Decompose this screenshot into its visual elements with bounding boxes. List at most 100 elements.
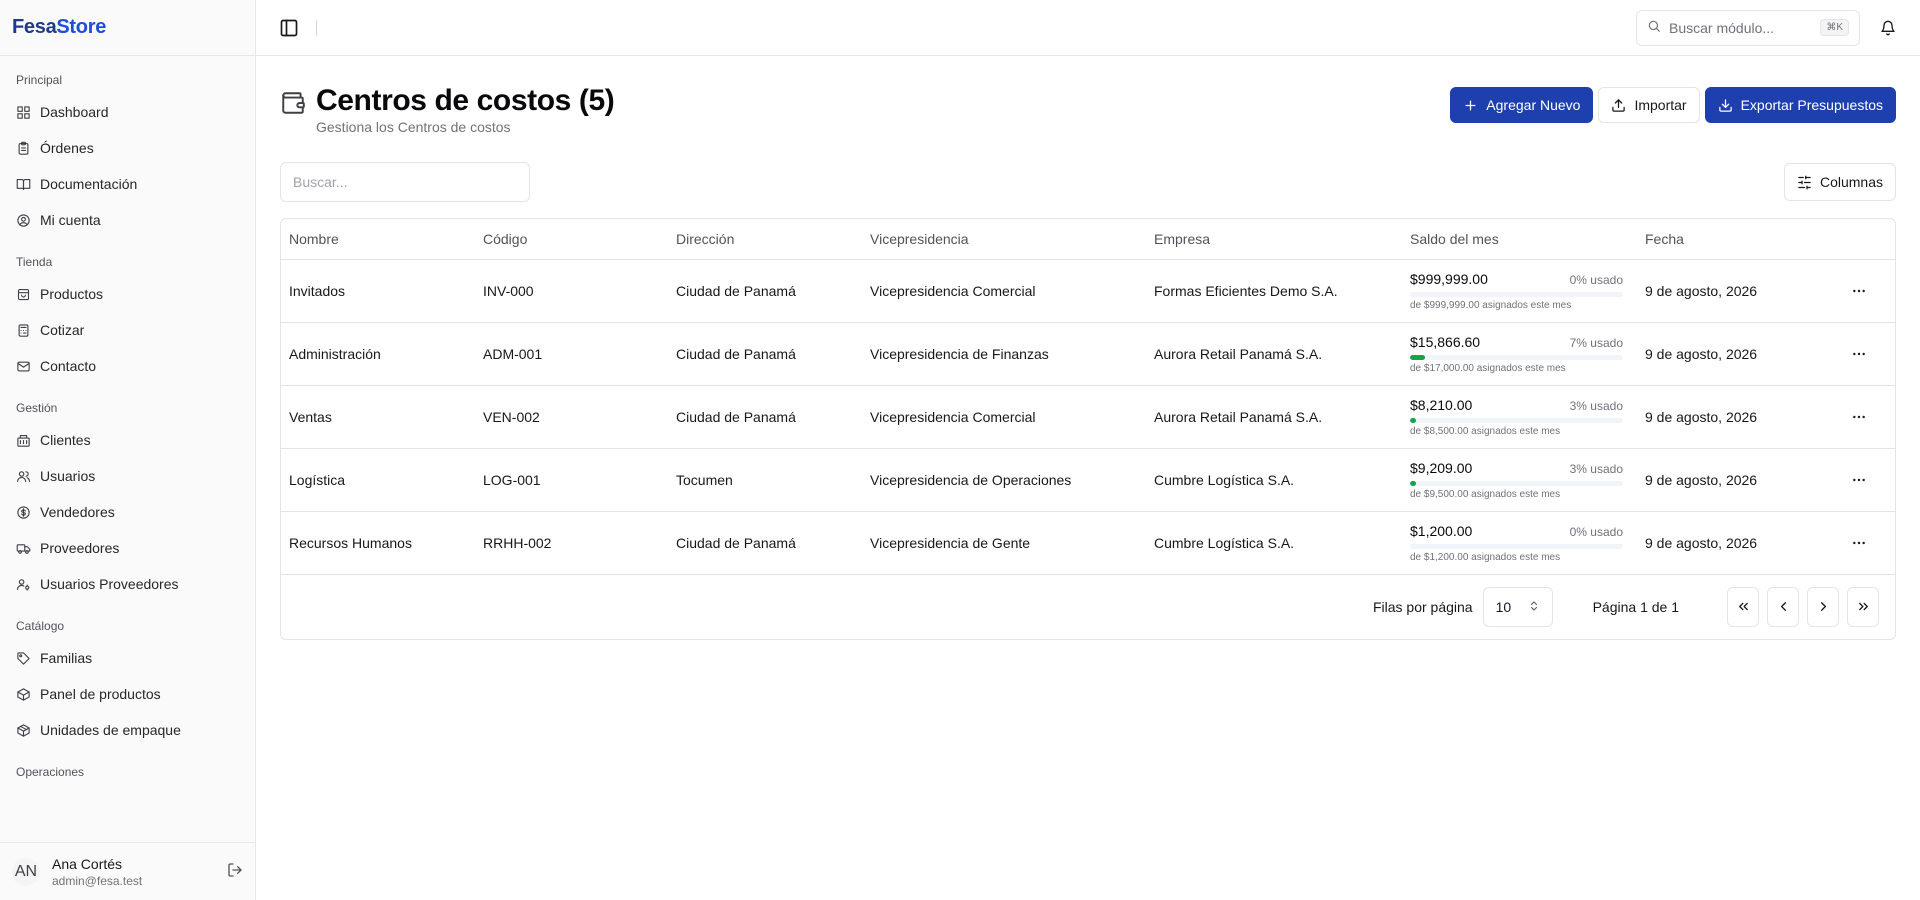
saldo-allocated: de $8,500.00 asignados este mes [1410,425,1561,437]
tag-icon [17,651,30,665]
table-row[interactable]: Logística LOG-001 Tocumen Vicepresidenci… [281,448,1895,512]
cell-direccion: Tocumen [668,448,862,512]
first-page-button[interactable] [1727,586,1759,627]
sidebar-item-cotizar[interactable]: Cotizar [0,312,255,348]
upload-icon [1612,98,1626,112]
sidebar-item-documentacion[interactable]: Documentación [0,166,255,202]
sidebar-item-mi-cuenta[interactable]: Mi cuenta [0,202,255,238]
row-actions-menu-icon[interactable] [1845,466,1873,494]
table-search-input[interactable] [280,162,530,202]
header-empresa[interactable]: Empresa [1146,219,1402,260]
sidebar-item-ordenes[interactable]: Órdenes [0,130,255,166]
row-actions-menu-icon[interactable] [1845,529,1873,557]
module-search[interactable]: ⌘K [1636,9,1860,46]
sidebar-item-proveedores[interactable]: Proveedores [0,530,255,566]
saldo-amount: $9,209.00 [1410,459,1473,476]
add-new-button[interactable]: Agregar Nuevo [1450,87,1594,123]
sidebar-item-vendedores[interactable]: Vendedores [0,494,255,530]
pagination: Filas por página 10 Página 1 de 1 [281,575,1895,639]
header-direccion[interactable]: Dirección [668,219,862,260]
cell-nombre: Recursos Humanos [281,511,475,575]
row-actions-menu-icon[interactable] [1845,340,1873,368]
page-content: Centros de costos (5) Gestiona los Centr… [256,56,1920,640]
cell-vicepresidencia: Vicepresidencia de Gente [862,511,1146,575]
brand-logo[interactable]: Fesa Store [0,0,255,56]
usage-progress-fill [1410,417,1417,423]
row-actions-menu-icon[interactable] [1845,277,1873,305]
page-info: Página 1 de 1 [1592,598,1679,615]
sidebar-item-label: Usuarios [40,468,96,484]
table-row[interactable]: Administración ADM-001 Ciudad de Panamá … [281,322,1895,386]
main-area: ⌘K Centros de costos (5) Gestiona los Ce… [256,0,1920,900]
row-actions-menu-icon[interactable] [1845,403,1873,431]
sidebar-item-contacto[interactable]: Contacto [0,348,255,384]
avatar[interactable]: AN [12,857,40,886]
notifications-bell-icon[interactable] [1872,12,1904,44]
sidebar-item-unidades-de-empaque[interactable]: Unidades de empaque [0,712,255,748]
badge-dollar-icon [17,505,30,519]
next-page-button[interactable] [1807,586,1839,627]
cell-saldo: $999,999.00 0% usado de $999,999.00 asig… [1402,259,1637,323]
header-codigo[interactable]: Código [475,219,668,260]
sidebar-item-dashboard[interactable]: Dashboard [0,94,255,130]
sidebar-item-familias[interactable]: Familias [0,640,255,676]
sidebar-section-title: Operaciones [16,765,85,779]
cell-vicepresidencia: Vicepresidencia de Operaciones [862,448,1146,512]
cell-fecha: 9 de agosto, 2026 [1637,259,1807,323]
cell-direccion: Ciudad de Panamá [668,322,862,386]
sidebar-item-label: Mi cuenta [40,212,101,228]
import-button[interactable]: Importar [1598,87,1700,123]
header-saldo[interactable]: Saldo del mes [1402,219,1637,260]
sidebar-item-label: Productos [40,286,104,302]
module-search-input[interactable] [1669,19,1813,36]
sidebar-item-usuarios[interactable]: Usuarios [0,458,255,494]
rows-per-page-select[interactable]: 10 [1482,586,1553,627]
topbar-divider [316,19,317,36]
clipboard-icon [18,141,29,155]
brand-part-2: Store [56,16,107,38]
sidebar-item-panel-de-productos[interactable]: Panel de productos [0,676,255,712]
cell-vicepresidencia: Vicepresidencia Comercial [862,259,1146,323]
table-row[interactable]: Ventas VEN-002 Ciudad de Panamá Vicepres… [281,385,1895,449]
saldo-allocated: de $17,000.00 asignados este mes [1410,362,1566,374]
cell-direccion: Ciudad de Panamá [668,385,862,449]
saldo-amount: $8,210.00 [1410,396,1473,413]
sidebar-item-label: Documentación [40,176,138,192]
table-row[interactable]: Recursos Humanos RRHH-002 Ciudad de Pana… [281,511,1895,575]
sidebar-item-label: Cotizar [40,322,85,338]
sidebar-item-label: Vendedores [40,504,115,520]
store-icon [17,288,30,300]
cell-fecha: 9 de agosto, 2026 [1637,511,1807,575]
header-fecha[interactable]: Fecha [1637,219,1807,260]
header-vicepresidencia[interactable]: Vicepresidencia [862,219,1146,260]
cell-actions [1807,511,1895,575]
chevron-right-icon [1820,602,1826,611]
sidebar-item-label: Familias [40,650,93,666]
cell-codigo: LOG-001 [475,448,668,512]
cost-centers-table: Nombre Código Dirección Vicepresidencia … [280,218,1896,640]
chevrons-left-icon [1738,602,1748,611]
user-profile: AN Ana Cortés admin@fesa.test [0,842,255,900]
sidebar: Fesa Store Principal Dashboard Órdenes Docum… [0,0,256,900]
cell-empresa: Cumbre Logística S.A. [1146,448,1402,512]
saldo-amount: $15,866.60 [1410,333,1481,350]
sidebar-item-productos[interactable]: Productos [0,276,255,312]
cell-saldo: $8,210.00 3% usado de $8,500.00 asignado… [1402,385,1637,449]
columns-button[interactable]: Columnas [1783,163,1896,201]
saldo-amount: $1,200.00 [1410,522,1473,539]
prev-page-button[interactable] [1767,586,1799,627]
header-nombre[interactable]: Nombre [281,219,475,260]
usage-progress-fill [1410,480,1417,486]
export-budgets-button[interactable]: Exportar Presupuestos [1704,87,1896,123]
sidebar-item-usuarios-proveedores[interactable]: Usuarios Proveedores [0,566,255,602]
sidebar-item-clientes[interactable]: Clientes [0,422,255,458]
last-page-button[interactable] [1847,586,1879,627]
building-icon [17,434,30,447]
cell-codigo: ADM-001 [475,322,668,386]
logout-icon[interactable] [227,862,243,881]
calculator-icon [18,323,29,337]
table-row[interactable]: Invitados INV-000 Ciudad de Panamá Vicep… [281,259,1895,323]
sidebar-toggle-icon[interactable] [276,15,302,41]
cell-nombre: Ventas [281,385,475,449]
cell-empresa: Aurora Retail Panamá S.A. [1146,385,1402,449]
